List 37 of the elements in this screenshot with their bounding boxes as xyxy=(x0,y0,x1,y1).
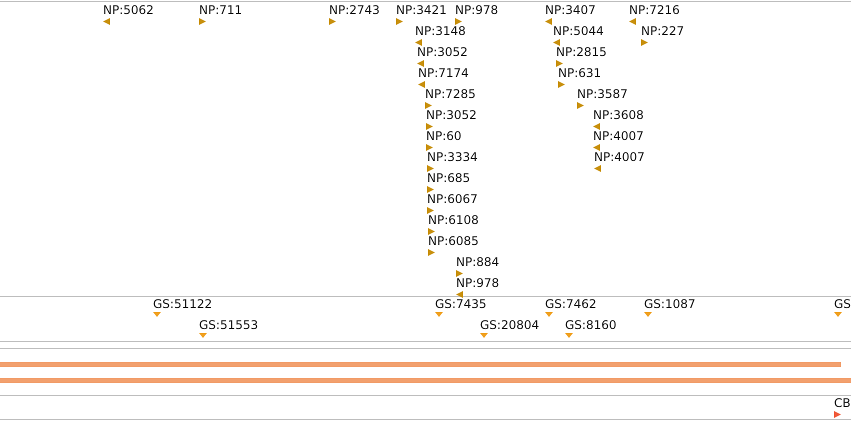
feature-label: GS:7435 xyxy=(435,297,486,311)
feature-label: NP:6108 xyxy=(428,213,479,227)
feature-label: NP:978 xyxy=(455,3,498,17)
feature-label: NP:4007 xyxy=(594,150,645,164)
feature-label: NP:3407 xyxy=(545,3,596,17)
feature-label: NP:685 xyxy=(427,171,470,185)
feature-label: NP:3148 xyxy=(415,24,466,38)
feature-label: GS:7462 xyxy=(545,297,596,311)
feature-label: NP:7174 xyxy=(418,66,469,80)
feature-label: NP:884 xyxy=(456,255,500,269)
feature-label: NP:2815 xyxy=(556,45,607,59)
feature-label: NP:7285 xyxy=(425,87,476,101)
feature-label: NP:631 xyxy=(558,66,602,80)
feature-label: NP:3052 xyxy=(417,45,468,59)
feature-label: NP:5044 xyxy=(553,24,604,38)
feature-label: NP:3421 xyxy=(396,3,447,17)
feature-label: NP:3334 xyxy=(427,150,478,164)
feature-label: CB xyxy=(834,396,851,410)
feature-label: NP:3052 xyxy=(426,108,477,122)
feature-label: NP:6067 xyxy=(427,192,478,206)
feature-label: GS:51122 xyxy=(153,297,212,311)
feature-label: GS:8160 xyxy=(565,318,616,332)
feature-label: GS:1087 xyxy=(644,297,696,311)
feature-label: GS:20804 xyxy=(480,318,540,332)
feature-label: NP:978 xyxy=(456,276,500,290)
feature-label: NP:4007 xyxy=(593,129,644,143)
feature-label: NP:3608 xyxy=(593,108,644,122)
feature-label: GS:51553 xyxy=(199,318,258,332)
feature-label: NP:227 xyxy=(641,24,684,38)
feature-label: NP:3587 xyxy=(577,87,628,101)
feature-label: NP:5062 xyxy=(103,3,154,17)
feature-label: GS xyxy=(834,297,851,311)
feature-label: NP:711 xyxy=(199,3,242,17)
feature-label: NP:60 xyxy=(426,129,462,143)
feature-label: NP:6085 xyxy=(428,234,479,248)
feature-label: NP:7216 xyxy=(629,3,680,17)
feature-label: NP:2743 xyxy=(329,3,380,17)
